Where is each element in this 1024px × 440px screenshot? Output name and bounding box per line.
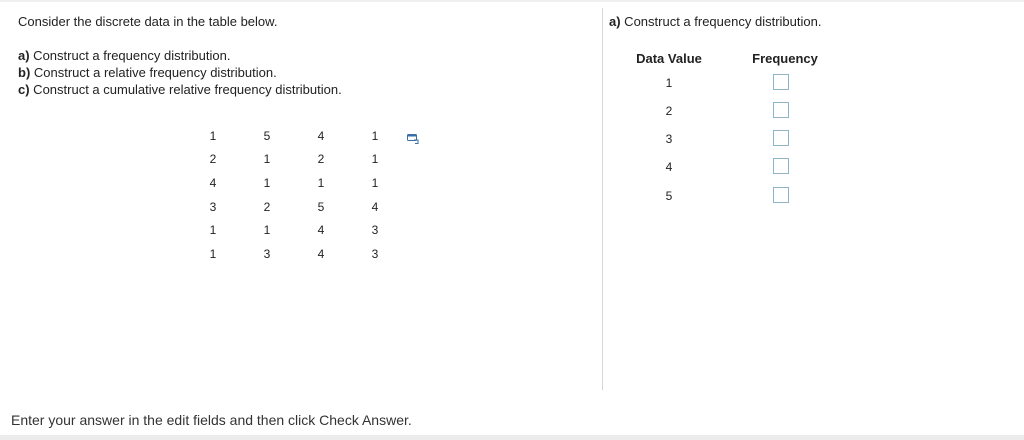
data-table: 1 5 4 1 2 1 2 1 4 1 1 1 3 2 5 4 1 1 4 3 …: [186, 124, 402, 266]
table-cell: 1: [371, 175, 379, 190]
frequency-input[interactable]: [773, 158, 789, 174]
table-cell: 1: [209, 223, 217, 238]
table-cell: 4: [317, 223, 325, 238]
table-row: 4 1 1 1: [186, 171, 402, 195]
footer-instruction: Enter your answer in the edit fields and…: [11, 412, 412, 428]
data-value-cell: 3: [665, 132, 673, 146]
table-cell: 1: [317, 175, 325, 190]
frequency-row: 3: [626, 130, 836, 150]
column-header-data-value: Data Value: [636, 51, 702, 66]
table-cell: 1: [263, 175, 271, 190]
frequency-input[interactable]: [773, 187, 789, 203]
copy-data-icon[interactable]: [407, 131, 419, 144]
table-row: 1 5 4 1: [186, 124, 402, 148]
table-cell: 2: [263, 199, 271, 214]
table-cell: 2: [209, 152, 217, 167]
top-rule: [0, 0, 1024, 2]
table-cell: 5: [263, 128, 271, 143]
column-header-frequency: Frequency: [752, 51, 818, 66]
table-cell: 4: [317, 246, 325, 261]
table-cell: 1: [371, 128, 379, 143]
task-b-text: Construct a relative frequency distribut…: [30, 65, 277, 80]
task-c-letter: c): [18, 82, 30, 97]
table-cell: 2: [317, 152, 325, 167]
data-value-cell: 4: [665, 160, 673, 174]
table-cell: 3: [371, 223, 379, 238]
answer-title-letter: a): [609, 14, 621, 29]
table-cell: 1: [209, 128, 217, 143]
table-cell: 1: [209, 246, 217, 261]
task-a-text: Construct a frequency distribution.: [29, 48, 231, 63]
task-a: a) Construct a frequency distribution.: [18, 47, 342, 64]
table-cell: 1: [371, 152, 379, 167]
task-b: b) Construct a relative frequency distri…: [18, 64, 342, 81]
table-cell: 4: [317, 128, 325, 143]
answer-title: a) Construct a frequency distribution.: [609, 14, 821, 29]
task-c: c) Construct a cumulative relative frequ…: [18, 81, 342, 98]
task-b-letter: b): [18, 65, 31, 80]
table-cell: 3: [209, 199, 217, 214]
table-cell: 4: [371, 199, 379, 214]
data-value-cell: 2: [665, 104, 673, 118]
task-a-letter: a): [18, 48, 30, 63]
table-cell: 5: [317, 199, 325, 214]
table-row: 1 3 4 3: [186, 242, 402, 266]
table-cell: 3: [371, 246, 379, 261]
table-row: 1 1 4 3: [186, 218, 402, 242]
table-row: 3 2 5 4: [186, 195, 402, 219]
table-row: 2 1 2 1: [186, 148, 402, 172]
table-cell: 3: [263, 246, 271, 261]
pane-divider: [602, 8, 603, 390]
data-value-cell: 1: [665, 76, 673, 90]
table-cell: 4: [209, 175, 217, 190]
frequency-input[interactable]: [773, 102, 789, 118]
table-cell: 1: [263, 223, 271, 238]
bottom-rule: [0, 435, 1024, 440]
table-cell: 1: [263, 152, 271, 167]
question-intro: Consider the discrete data in the table …: [18, 14, 278, 29]
data-value-cell: 5: [665, 189, 673, 203]
answer-title-text: Construct a frequency distribution.: [620, 14, 822, 29]
frequency-row: 1: [626, 74, 836, 94]
frequency-input[interactable]: [773, 130, 789, 146]
frequency-input[interactable]: [773, 74, 789, 90]
question-page: Consider the discrete data in the table …: [0, 0, 1024, 440]
task-list: a) Construct a frequency distribution. b…: [18, 47, 342, 98]
frequency-row: 2: [626, 102, 836, 122]
frequency-row: 4: [626, 158, 836, 178]
frequency-row: 5: [626, 187, 836, 207]
task-c-text: Construct a cumulative relative frequenc…: [29, 82, 342, 97]
